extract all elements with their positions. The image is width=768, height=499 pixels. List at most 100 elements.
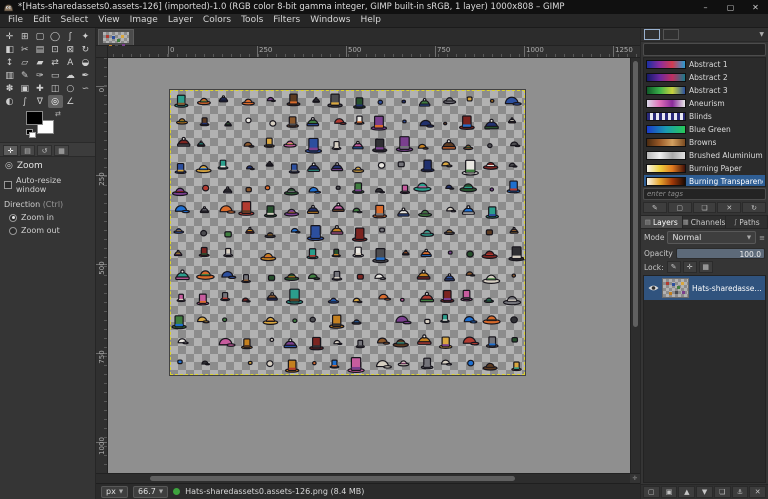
tool-scissors-select[interactable]: ✂ — [17, 43, 32, 56]
blend-mode-select[interactable]: Normal ▼ — [667, 231, 756, 244]
gradient-item[interactable]: Blue Green — [644, 123, 765, 136]
gradient-item[interactable]: Abstract 3 — [644, 84, 765, 97]
tool-mypaint-brush[interactable]: ✽ — [2, 82, 17, 95]
ruler-origin-button[interactable] — [96, 46, 108, 58]
menu-image[interactable]: Image — [125, 14, 163, 27]
navigation-button[interactable]: ✛ — [630, 474, 640, 483]
tool-eraser[interactable]: ▭ — [48, 69, 63, 82]
image-tab[interactable] — [98, 29, 134, 45]
tool-bucket-fill[interactable]: ◒ — [78, 56, 93, 69]
edit-gradient-button[interactable]: ✎ — [643, 202, 667, 213]
tool-airbrush[interactable]: ☁ — [63, 69, 78, 82]
lock-pixels-button[interactable]: ✎ — [667, 261, 681, 273]
tool-smudge[interactable]: ∽ — [78, 82, 93, 95]
tool-perspective[interactable]: ▰ — [32, 56, 47, 69]
dock-tab-layers[interactable]: ▤Layers — [641, 216, 683, 228]
new-layer-button[interactable]: ▢ — [643, 486, 660, 498]
menu-help[interactable]: Help — [355, 14, 386, 27]
tool-paintbrush[interactable]: ✑ — [32, 69, 47, 82]
tag-entry-input[interactable]: enter tags — [643, 188, 766, 200]
switch-mode-icon[interactable]: ≡ — [759, 234, 765, 242]
tool-scale[interactable]: ↕ — [2, 56, 17, 69]
tab-images[interactable]: ▦ — [54, 145, 69, 156]
tool-blur-sharpen[interactable]: ○ — [63, 82, 78, 95]
tab-gradients[interactable] — [644, 29, 660, 40]
default-colors-icon[interactable] — [26, 129, 34, 137]
dock-tab-paths[interactable]: ∫Paths — [726, 216, 768, 228]
delete-layer-button[interactable]: ✕ — [749, 486, 766, 498]
image-canvas[interactable] — [170, 90, 525, 375]
tool-pencil[interactable]: ✎ — [17, 69, 32, 82]
tool-flip[interactable]: ⇄ — [48, 56, 63, 69]
lower-layer-button[interactable]: ▼ — [696, 486, 713, 498]
tool-color-picker[interactable]: ∇ — [32, 95, 47, 108]
layer-row[interactable]: Hats-sharedassets0.assets-126 — [644, 276, 765, 300]
horizontal-ruler[interactable]: 025050075010001250 — [108, 46, 640, 58]
menu-tools[interactable]: Tools — [236, 14, 268, 27]
radio-zoom-in[interactable]: Zoom in — [4, 211, 91, 224]
tool-rotate[interactable]: ↻ — [78, 43, 93, 56]
menu-windows[interactable]: Windows — [305, 14, 355, 27]
tab-menu-button[interactable]: ▼ — [759, 31, 765, 38]
tool-perspective-clone[interactable]: ◫ — [48, 82, 63, 95]
tool-ellipse-select[interactable]: ◯ — [48, 30, 63, 43]
tool-crop[interactable]: ⊡ — [48, 43, 63, 56]
tool-clone[interactable]: ▣ — [17, 82, 32, 95]
horizontal-scrollbar[interactable] — [108, 474, 630, 483]
menu-file[interactable]: File — [3, 14, 28, 27]
gradient-item[interactable]: Aneurism — [644, 97, 765, 110]
raise-layer-button[interactable]: ▲ — [678, 486, 695, 498]
tool-paths[interactable]: ∫ — [17, 95, 32, 108]
tool-select-by-color[interactable]: ◧ — [2, 43, 17, 56]
scrollbar-thumb[interactable] — [150, 476, 515, 481]
tool-fuzzy-select[interactable]: ✦ — [78, 30, 93, 43]
close-button[interactable]: ✕ — [743, 0, 768, 14]
gradient-item[interactable]: Burning Paper — [644, 162, 765, 175]
gradient-filter-input[interactable] — [643, 43, 766, 56]
gradient-item[interactable]: Brushed Aluminium — [644, 149, 765, 162]
tool-shear[interactable]: ▱ — [17, 56, 32, 69]
tool-ink[interactable]: ✒ — [78, 69, 93, 82]
tab-patterns[interactable] — [663, 29, 679, 40]
scrollbar-thumb[interactable] — [633, 61, 638, 327]
tool-free-select[interactable]: ʃ — [63, 30, 78, 43]
tool-foreground-select[interactable]: ▤ — [32, 43, 47, 56]
radio-zoom-out[interactable]: Zoom out — [4, 224, 91, 237]
foreground-color-swatch[interactable] — [26, 111, 43, 125]
tab-undo-history[interactable]: ↺ — [37, 145, 52, 156]
menu-select[interactable]: Select — [56, 14, 94, 27]
titlebar[interactable]: *[Hats-sharedassets0.assets-126] (import… — [0, 0, 768, 14]
delete-gradient-button[interactable]: ✕ — [717, 202, 741, 213]
gradient-item[interactable]: Abstract 1 — [644, 58, 765, 71]
minimize-button[interactable]: – — [693, 0, 718, 14]
tool-zoom[interactable]: ◎ — [48, 95, 63, 108]
tool-dodge-burn[interactable]: ◐ — [2, 95, 17, 108]
visibility-eye-icon[interactable] — [647, 283, 659, 293]
maximize-button[interactable]: ▢ — [718, 0, 743, 14]
tool-move[interactable]: ✛ — [2, 30, 17, 43]
menu-view[interactable]: View — [93, 14, 124, 27]
zoom-select[interactable]: 66.7 ▼ — [133, 486, 168, 498]
anchor-layer-button[interactable]: ⚓ — [732, 486, 749, 498]
menu-filters[interactable]: Filters — [268, 14, 305, 27]
auto-resize-checkbox[interactable]: Auto-resize window — [4, 174, 91, 196]
dock-tab-channels[interactable]: ▦Channels — [683, 216, 727, 228]
tool-heal[interactable]: ✚ — [32, 82, 47, 95]
menu-colors[interactable]: Colors — [198, 14, 236, 27]
tool-unified-transform[interactable]: ⊠ — [63, 43, 78, 56]
unit-select[interactable]: px ▼ — [101, 486, 128, 498]
menu-edit[interactable]: Edit — [28, 14, 55, 27]
opacity-slider[interactable]: 100.0 — [676, 248, 765, 259]
tool-measure[interactable]: ∠ — [63, 95, 78, 108]
tool-rectangle-select[interactable]: ▢ — [32, 30, 47, 43]
lock-alpha-button[interactable]: ▦ — [699, 261, 713, 273]
new-gradient-button[interactable]: ▢ — [668, 202, 692, 213]
duplicate-gradient-button[interactable]: ❏ — [693, 202, 717, 213]
gradient-item[interactable]: Abstract 2 — [644, 71, 765, 84]
lock-position-button[interactable]: ✛ — [683, 261, 697, 273]
vertical-scrollbar[interactable] — [630, 58, 640, 473]
tab-tool-options[interactable]: ✛ — [3, 145, 18, 156]
menu-layer[interactable]: Layer — [163, 14, 198, 27]
gradient-item[interactable]: Blinds — [644, 110, 765, 123]
duplicate-layer-button[interactable]: ❏ — [714, 486, 731, 498]
